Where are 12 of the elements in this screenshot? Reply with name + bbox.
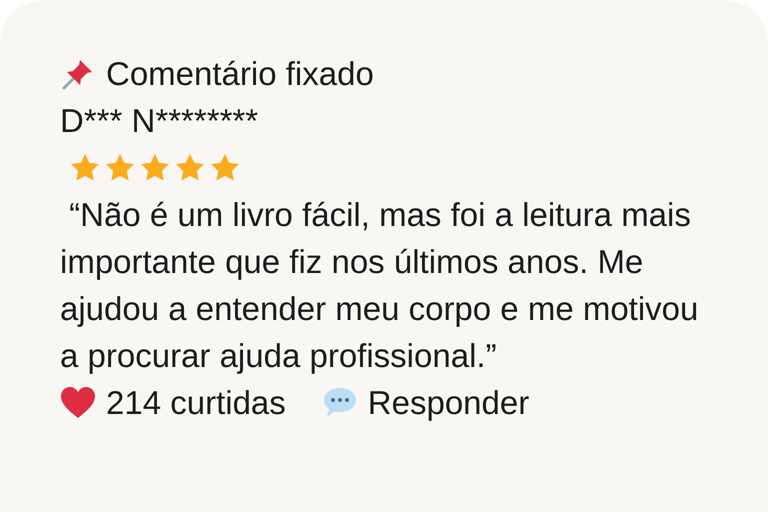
star-icon bbox=[139, 152, 171, 184]
star-icon bbox=[69, 152, 101, 184]
star-icon bbox=[174, 152, 206, 184]
heart-icon bbox=[60, 386, 96, 420]
likes-count: 214 curtidas bbox=[106, 383, 286, 423]
pinned-label: Comentário fixado bbox=[106, 54, 374, 94]
author-name: D*** N******** bbox=[60, 101, 258, 141]
comment-text: “Não é um livro fácil, mas foi a leitura mais importante que fiz nos últimos anos. Me ajudou a entender meu corpo e me motivou a procurar ajuda profissional.” bbox=[60, 195, 700, 376]
star-icon bbox=[104, 152, 136, 184]
star-icon bbox=[209, 152, 241, 184]
speech-bubble-icon bbox=[322, 386, 358, 420]
reply-button[interactable]: Responder bbox=[368, 379, 530, 426]
